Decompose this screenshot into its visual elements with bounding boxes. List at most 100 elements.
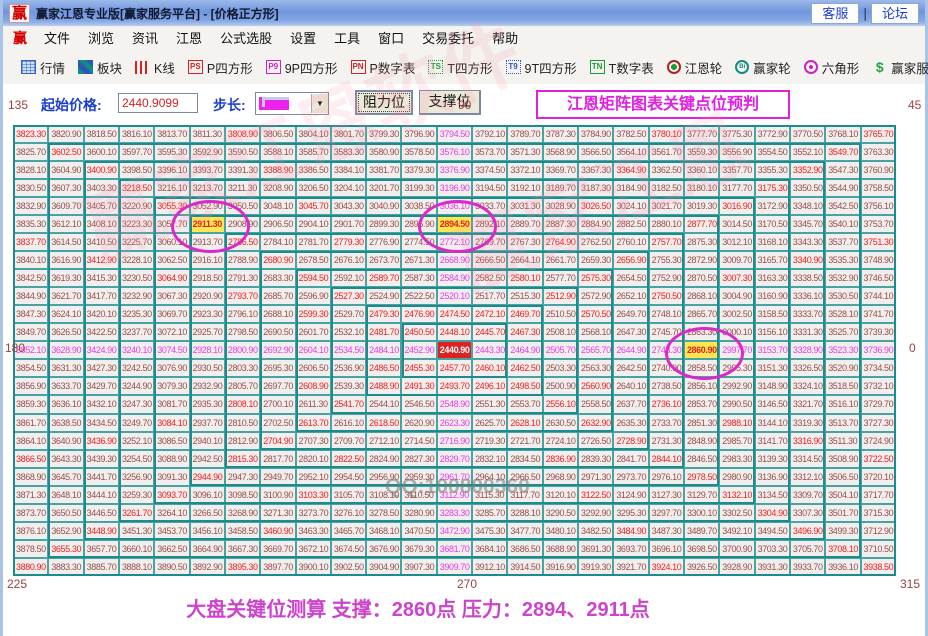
toolbar-button-行情[interactable]: 行情	[21, 58, 65, 77]
grid-cell: 2452.90	[401, 341, 436, 359]
grid-cell: 3907.30	[401, 558, 436, 576]
toolbar-button-9P四方形[interactable]: P99P四方形	[266, 58, 338, 77]
grid-cell: 3691.30	[578, 540, 613, 558]
grid-cell: 2803.30	[225, 359, 260, 377]
support-button[interactable]: 支撑位	[419, 90, 481, 115]
grid-cell: 3379.30	[401, 161, 436, 179]
grid-cell: 3000.10	[719, 323, 754, 341]
grid-cell: 2776.90	[366, 233, 401, 251]
grid-cell: 3823.30	[13, 125, 48, 143]
toolbar-button-P数字表[interactable]: PNP数字表	[351, 58, 416, 77]
toolbar-button-板块[interactable]: 板块	[78, 58, 122, 77]
grid-cell: 2894.50	[437, 215, 472, 233]
toolbar-button-T数字表[interactable]: TNT数字表	[590, 58, 654, 77]
grid-cell: 3288.10	[507, 504, 542, 522]
resistance-button[interactable]: 阻力位	[355, 90, 413, 115]
grid-cell: 3062.50	[154, 251, 189, 269]
menu-item-0[interactable]: 文件	[35, 27, 79, 50]
grid-cell: 3830.50	[13, 179, 48, 197]
grid-cell: 3727.30	[861, 414, 896, 432]
toolbar-button-江恩轮[interactable]: 江恩轮	[667, 58, 723, 77]
toolbar-button-T四方形[interactable]: TST四方形	[428, 58, 492, 77]
grid-cell: 2613.70	[296, 414, 331, 432]
grid-cell: 2944.90	[190, 468, 225, 486]
grid-cell: 3856.90	[13, 377, 48, 395]
grid-cell: 2887.30	[543, 215, 578, 233]
toolbar-button-P四方形[interactable]: PSP四方形	[188, 58, 253, 77]
grid-cell: 3180.10	[684, 179, 719, 197]
grid-cell: 2810.50	[225, 414, 260, 432]
grid-cell: 3256.90	[119, 468, 154, 486]
grid-cell: 3686.50	[507, 540, 542, 558]
grid-cell: 3597.70	[119, 143, 154, 161]
menu-item-8[interactable]: 交易委托	[413, 27, 483, 50]
grid-cell: 2736.10	[649, 395, 684, 413]
grid-cell: 3434.50	[84, 414, 119, 432]
chevron-down-icon[interactable]: ▼	[311, 94, 328, 113]
toolbar-button-赢家轮[interactable]: Bi赢家轮	[735, 58, 791, 77]
grid-cell: 3048.10	[260, 197, 295, 215]
grid-cell: 3796.90	[401, 125, 436, 143]
grid-cell: 3024.10	[613, 197, 648, 215]
toolbar-button-9T四方形[interactable]: T99T四方形	[506, 58, 577, 77]
menu-item-3[interactable]: 江恩	[167, 27, 211, 50]
grid-cell: 3568.90	[543, 143, 578, 161]
toolbar-button-赢家服务[interactable]: $赢家服务	[872, 58, 928, 77]
grid-cell: 3266.50	[190, 504, 225, 522]
grid-cell: 3552.10	[790, 143, 825, 161]
grid-cell: 2865.70	[684, 305, 719, 323]
grid-cell: 3280.90	[401, 504, 436, 522]
grid-cell: 2954.50	[331, 468, 366, 486]
step-dropdown[interactable]: ▼	[255, 92, 329, 115]
grid-cell: 3513.70	[825, 414, 860, 432]
grid-cell: 2642.50	[613, 359, 648, 377]
grid-cell: 3247.30	[119, 395, 154, 413]
grid-cell: 3614.50	[48, 233, 83, 251]
grid-cell: 2700.10	[260, 395, 295, 413]
toolbar-button-六角形[interactable]: 六角形	[804, 58, 860, 77]
grid-cell: 3352.90	[790, 161, 825, 179]
grid-cell: 3081.70	[154, 395, 189, 413]
menu-item-2[interactable]: 资讯	[123, 27, 167, 50]
grid-cell: 3525.70	[825, 323, 860, 341]
grid-cell: 3324.10	[790, 377, 825, 395]
grid-cell: 3832.90	[13, 197, 48, 215]
hexagon-icon	[804, 60, 818, 74]
grid-cell: 3261.70	[119, 504, 154, 522]
grid-cell: 2606.50	[296, 359, 331, 377]
grid-cell: 3676.90	[366, 540, 401, 558]
menu-item-9[interactable]: 帮助	[483, 27, 527, 50]
grid-cell: 3244.90	[119, 377, 154, 395]
grid-cell: 3216.10	[154, 179, 189, 197]
grid-cell: 3350.50	[790, 179, 825, 197]
start-price-input[interactable]	[118, 93, 198, 113]
titlebar-button[interactable]: 论坛	[871, 3, 919, 24]
grid-cell: 2978.50	[684, 468, 719, 486]
menu-item-1[interactable]: 浏览	[79, 27, 123, 50]
grid-cell: 3098.50	[225, 486, 260, 504]
grid-cell: 3196.90	[437, 179, 472, 197]
grid-cell: 3580.90	[366, 143, 401, 161]
grid-cell: 3076.90	[154, 359, 189, 377]
grid-cell: 2484.10	[366, 341, 401, 359]
grid-cell: 3398.50	[119, 161, 154, 179]
menu-item-7[interactable]: 窗口	[369, 27, 413, 50]
grid-cell: 3012.10	[719, 233, 754, 251]
menu-item-6[interactable]: 工具	[325, 27, 369, 50]
grid-cell: 3112.90	[437, 486, 472, 504]
grid-cell: 2563.30	[578, 359, 613, 377]
title-bar[interactable]: 赢 赢家江恩专业版[赢家服务平台] - [价格正方形] 客服|论坛	[3, 0, 925, 26]
grid-cell: 2829.70	[437, 450, 472, 468]
grid-cell: 3189.70	[543, 179, 578, 197]
grid-cell: 2611.30	[296, 395, 331, 413]
toolbar-button-K线[interactable]: K线	[135, 58, 175, 77]
menu-item-4[interactable]: 公式选股	[211, 27, 281, 50]
menu-item-5[interactable]: 设置	[281, 27, 325, 50]
grid-cell: 2584.90	[437, 269, 472, 287]
grid-cell: 2712.10	[366, 432, 401, 450]
grid-cell: 2781.70	[296, 233, 331, 251]
titlebar-button[interactable]: 客服	[811, 3, 859, 24]
grid-cell: 3895.30	[225, 558, 260, 576]
grid-cell: 2647.30	[613, 323, 648, 341]
grid-cell: 3636.10	[48, 395, 83, 413]
